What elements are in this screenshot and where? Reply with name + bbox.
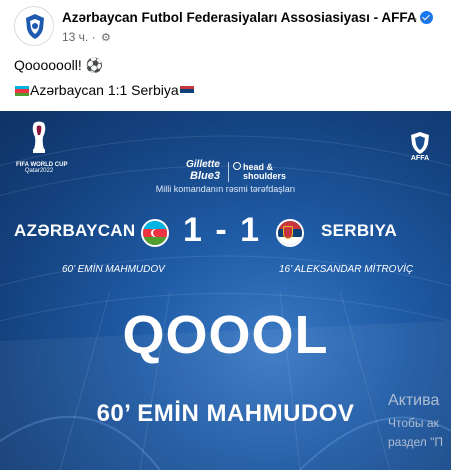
home-scorer: 60’ EMİN MAHMUDOV — [62, 264, 165, 275]
world-cup-host-label: Qatar2022 — [24, 168, 54, 174]
sponsor-logos: Gillette Blue3 head & shoulders — [186, 159, 286, 184]
post-meta: 13 ч. · ⚙ — [62, 30, 111, 44]
world-cup-logo: FIFA WORLD CUP Qatar2022 — [16, 121, 67, 174]
page-avatar[interactable] — [14, 6, 54, 46]
page-name[interactable]: Azərbaycan Futbol Federasiyaları Assosia… — [62, 10, 433, 25]
match-graphic[interactable]: FIFA WORLD CUP Qatar2022 AFFA Gillette B… — [0, 111, 451, 470]
match-score: 1 - 1 — [183, 211, 262, 249]
away-team-name: SERBIYA — [321, 221, 398, 240]
affa-logo-label: AFFA — [410, 155, 430, 162]
blue3-logo: Blue3 — [190, 170, 220, 182]
post-header: Azərbaycan Futbol Federasiyaları Assosia… — [0, 0, 451, 50]
away-scorer: 16’ ALEKSANDAR MİTROVİÇ — [279, 264, 414, 275]
affa-shield-icon — [411, 132, 429, 154]
windows-activation-line2: Чтобы ак — [388, 416, 439, 430]
home-team-name: AZƏRBAYCAN — [14, 221, 136, 240]
sponsor-note: Milli komandanın rəsmi tərəfdaşları — [155, 184, 296, 194]
more-options-icon[interactable]: ··· — [408, 9, 436, 38]
affa-logo: AFFA — [403, 131, 437, 162]
azerbaijan-flag-icon — [15, 86, 29, 96]
windows-activation-title: Актива — [388, 392, 440, 409]
sponsor-divider — [228, 162, 229, 182]
soccer-ball-emoji-icon: ⚽ — [85, 57, 104, 73]
windows-activation-line3: раздел "П — [388, 435, 443, 449]
post-time[interactable]: 13 ч. — [62, 30, 88, 44]
gillette-logo: Gillette — [186, 159, 220, 170]
post-text-line1: Qooooooll! ⚽ — [14, 57, 103, 74]
affa-crest-icon — [16, 8, 53, 45]
azerbaijan-flag-circle-icon — [141, 219, 169, 247]
page-name-text[interactable]: Azərbaycan Futbol Federasiyaları Assosia… — [62, 10, 417, 25]
privacy-gear-icon: ⚙ — [100, 32, 111, 44]
serbia-flag-icon — [179, 86, 194, 96]
serbia-flag-circle-icon — [276, 219, 304, 247]
post-text-main: Qooooooll! — [14, 57, 82, 73]
goal-scorer-headline: 60’ EMİN MAHMUDOV — [96, 400, 355, 427]
head-shoulders-circle-icon — [233, 162, 241, 170]
world-cup-trophy-icon — [32, 121, 46, 153]
post-text-score: Azərbaycan 1:1 Serbiya — [30, 82, 179, 98]
post-text-line2: Azərbaycan 1:1 Serbiya — [14, 82, 195, 98]
goal-headline: QOOOL — [122, 305, 329, 365]
